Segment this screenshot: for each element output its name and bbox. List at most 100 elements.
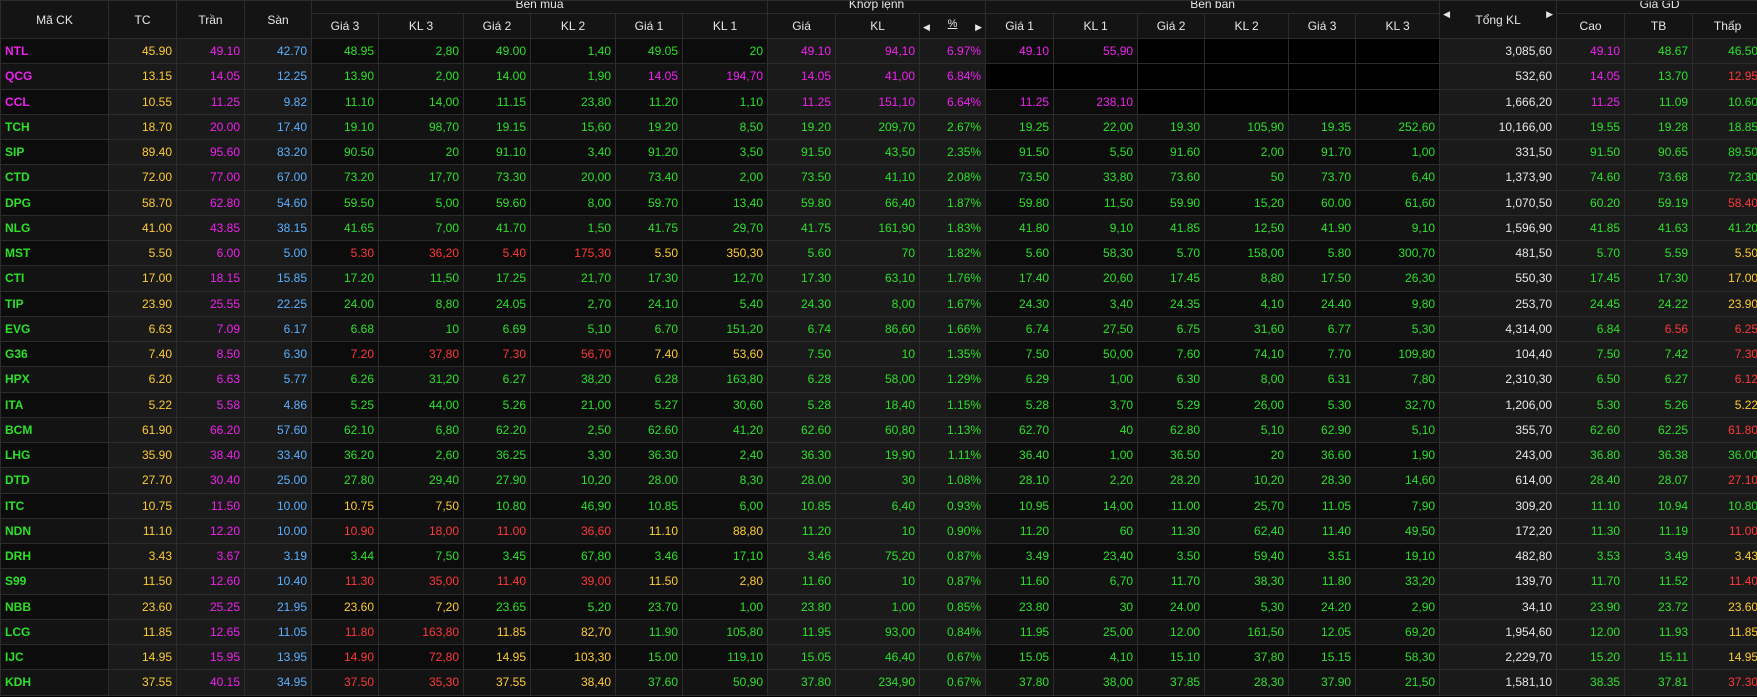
cell-ref: 10.55 (108, 88, 177, 115)
col-avg[interactable]: TB (1624, 13, 1694, 39)
table-row[interactable]: NLG 41.00 43.85 38.15 41.65 7,00 41.70 1,50 41.7… (0, 214, 1757, 242)
cell-symbol[interactable]: DPG (0, 189, 109, 216)
col-buy-2[interactable]: KL 3 (378, 13, 464, 39)
cell-avg: 62.25 (1624, 416, 1694, 444)
sort-icon[interactable]: % (948, 19, 958, 30)
col-buy-4[interactable]: KL 2 (530, 13, 616, 39)
col-sell-6[interactable]: KL 3 (1355, 13, 1441, 39)
cell-symbol[interactable]: KDH (0, 669, 109, 696)
cell-symbol[interactable]: CCL (0, 88, 109, 115)
table-row[interactable]: SIP 89.40 95.60 83.20 90.50 20 91.10 3,40 91.20 3… (0, 138, 1757, 166)
cell-high: 28.40 (1556, 467, 1626, 494)
table-row[interactable]: NBB 23.60 25.25 21.95 23.60 7,20 23.65 5,20 23.7… (0, 593, 1757, 620)
table-row[interactable]: S99 11.50 12.60 10.40 11.30 35,00 11.40 39,00 11… (0, 568, 1757, 595)
col-sell-2[interactable]: KL 1 (1053, 13, 1139, 39)
cell-symbol[interactable]: TCH (0, 113, 109, 141)
cell-symbol[interactable]: ITC (0, 492, 109, 519)
table-row[interactable]: MST 5.50 6.00 5.00 5.30 36,20 5.40 175,30 5.50 35… (0, 239, 1757, 267)
col-symbol[interactable]: Mã CK (0, 0, 109, 39)
col-total-volume[interactable]: ◀ Tổng KL ▶ (1439, 0, 1558, 39)
cell-symbol[interactable]: LHG (0, 441, 109, 469)
cell-symbol[interactable]: SIP (0, 138, 109, 166)
table-row[interactable]: ITC 10.75 11.50 10.00 10.75 7,50 10.80 46,90 10.… (0, 492, 1757, 519)
cell-buy-vol-2: 46,90 (530, 492, 616, 519)
col-buy-5[interactable]: Giá 1 (615, 13, 683, 39)
table-row[interactable]: DPG 58.70 62.80 54.60 59.50 5,00 59.60 8,00 59.7… (0, 189, 1757, 216)
table-row[interactable]: LHG 35.90 38.40 33.40 36.20 2,60 36.25 3,30 36.3… (0, 441, 1757, 469)
table-row[interactable]: IJC 14.95 15.95 13.95 14.90 72,80 14.95 103,30 1… (0, 643, 1757, 671)
col-floor[interactable]: Sàn (244, 0, 312, 39)
cell-symbol[interactable]: IJC (0, 643, 109, 671)
table-row[interactable]: DRH 3.43 3.67 3.19 3.44 7,50 3.45 67,80 3.46 17,1… (0, 542, 1757, 570)
table-row[interactable]: QCG 13.15 14.05 12.25 13.90 2,00 14.00 1,90 14.0… (0, 63, 1757, 90)
cell-symbol[interactable]: S99 (0, 568, 109, 595)
cell-buy-price-1: 59.70 (615, 189, 683, 216)
table-row[interactable]: TIP 23.90 25.55 22.25 24.00 8,80 24.05 2,70 24.1… (0, 290, 1757, 317)
col-low[interactable]: Thấp (1692, 13, 1757, 39)
col-buy-3[interactable]: Giá 2 (463, 13, 531, 39)
cell-symbol[interactable]: NLG (0, 214, 109, 242)
caret-right-icon[interactable]: ▶ (1546, 9, 1553, 19)
cell-match-price: 7.50 (767, 340, 837, 368)
table-row[interactable]: EVG 6.63 7.09 6.17 6.68 10 6.69 5,10 6.70 151,20 6… (0, 315, 1757, 343)
table-row[interactable]: KDH 37.55 40.15 34.95 37.50 35,30 37.55 38,40 37… (0, 669, 1757, 696)
cell-symbol[interactable]: HPX (0, 366, 109, 393)
cell-ceiling: 7.09 (176, 315, 245, 343)
table-row[interactable]: NDN 11.10 12.20 10.00 10.90 18,00 11.00 36,60 11… (0, 517, 1757, 545)
cell-symbol[interactable]: MST (0, 239, 109, 267)
table-row[interactable]: G36 7.40 8.50 6.30 7.20 37,80 7.30 56,70 7.40 53,… (0, 340, 1757, 368)
table-row[interactable]: LCG 11.85 12.65 11.05 11.80 163,80 11.85 82,70 1… (0, 618, 1757, 646)
cell-symbol[interactable]: G36 (0, 340, 109, 368)
col-match-volume[interactable]: KL (835, 13, 921, 39)
cell-symbol[interactable]: QCG (0, 63, 109, 90)
cell-symbol[interactable]: ITA (0, 391, 109, 418)
cell-symbol[interactable]: BCM (0, 416, 109, 444)
cell-symbol[interactable]: NTL (0, 37, 109, 65)
cell-symbol[interactable]: CTI (0, 265, 109, 292)
cell-symbol[interactable]: NDN (0, 517, 109, 545)
table-row[interactable]: BCM 61.90 66.20 57.60 62.10 6,80 62.20 2,50 62.6… (0, 416, 1757, 444)
cell-symbol[interactable]: NBB (0, 593, 109, 620)
col-sell-4[interactable]: KL 2 (1204, 13, 1290, 39)
table-row[interactable]: HPX 6.20 6.63 5.77 6.26 31,20 6.27 38,20 6.28 163… (0, 366, 1757, 393)
col-sell-1[interactable]: Giá 1 (985, 13, 1055, 39)
col-high[interactable]: Cao (1556, 13, 1626, 39)
cell-symbol[interactable]: LCG (0, 618, 109, 646)
col-match-price[interactable]: Giá (767, 13, 837, 39)
cell-high: 5.70 (1556, 239, 1626, 267)
cell-sell-vol-2: 25,70 (1204, 492, 1290, 519)
cell-symbol[interactable]: DRH (0, 542, 109, 570)
table-row[interactable]: NTL 45.90 49.10 42.70 48.95 2,80 49.00 1,40 49.0… (0, 37, 1757, 65)
cell-avg: 19.28 (1624, 113, 1694, 141)
cell-symbol[interactable]: DTD (0, 467, 109, 494)
cell-symbol[interactable]: TIP (0, 290, 109, 317)
cell-sell-price-2 (1137, 63, 1206, 90)
cell-symbol[interactable]: EVG (0, 315, 109, 343)
col-buy-6[interactable]: KL 1 (681, 13, 769, 39)
cell-sell-vol-2: 2,00 (1204, 138, 1290, 166)
caret-left-icon[interactable]: ◀ (1443, 9, 1450, 19)
col-match-percent[interactable]: ◀% ▶ (919, 13, 987, 39)
col-sell-3[interactable]: Giá 2 (1137, 13, 1206, 39)
cell-buy-price-1: 5.27 (615, 391, 683, 418)
table-row[interactable]: DTD 27.70 30.40 25.00 27.80 29,40 27.90 10,20 28… (0, 467, 1757, 494)
cell-buy-price-2: 11.85 (463, 618, 531, 646)
cell-buy-vol-1: 13,40 (681, 189, 769, 216)
col-total-volume-label: Tổng KL (1475, 12, 1521, 27)
table-row[interactable]: ITA 5.22 5.58 4.86 5.25 44,00 5.26 21,00 5.27 30,… (0, 391, 1757, 418)
cell-sell-price-1: 5.28 (985, 391, 1055, 418)
col-buy-1[interactable]: Giá 3 (311, 13, 379, 39)
table-row[interactable]: TCH 18.70 20.00 17.40 19.10 98,70 19.15 15,60 19… (0, 113, 1757, 141)
table-row[interactable]: CTD 72.00 77.00 67.00 73.20 17,70 73.30 20,00 73… (0, 164, 1757, 191)
col-match-price-label: Giá (792, 19, 811, 33)
caret-left-icon[interactable]: ◀ (923, 22, 930, 33)
col-ref[interactable]: TC (108, 0, 177, 39)
caret-right-icon[interactable]: ▶ (975, 22, 982, 33)
col-ceiling[interactable]: Trần (176, 0, 245, 39)
cell-high: 11.70 (1556, 568, 1626, 595)
col-sell-5[interactable]: Giá 3 (1288, 13, 1357, 39)
cell-sell-price-1: 23.80 (985, 593, 1055, 620)
table-row[interactable]: CTI 17.00 18.15 15.85 17.20 11,50 17.25 21,70 17… (0, 265, 1757, 292)
table-row[interactable]: CCL 10.55 11.25 9.82 11.10 14,00 11.15 23,80 11.… (0, 88, 1757, 115)
cell-symbol[interactable]: CTD (0, 164, 109, 191)
